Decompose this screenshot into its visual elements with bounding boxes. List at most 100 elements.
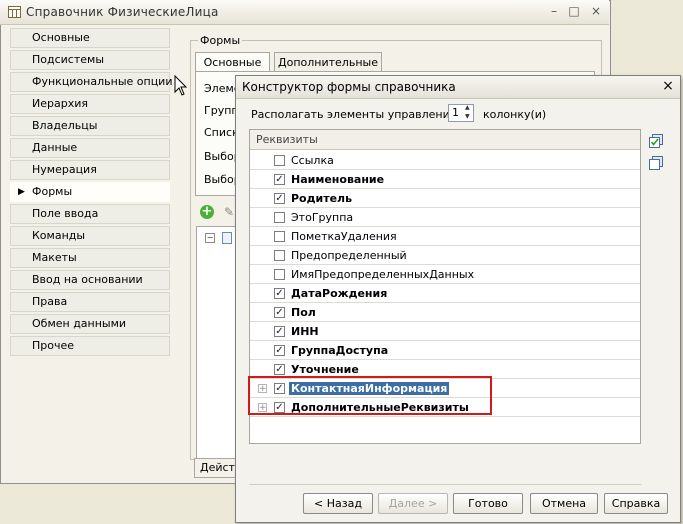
add-icon[interactable]: + (200, 205, 214, 219)
section-item[interactable]: Права (10, 292, 170, 312)
section-item[interactable]: Макеты (10, 248, 170, 268)
maximize-button[interactable]: □ (566, 4, 582, 19)
section-item-label: Подсистемы (32, 53, 105, 66)
forms-group-label: Формы (198, 34, 243, 47)
attribute-checkbox[interactable]: ✓ (274, 307, 285, 318)
attribute-label: ИНН (291, 325, 319, 338)
section-item-label: Основные (32, 31, 90, 44)
highlight-annotation (248, 376, 492, 415)
attribute-label-cell: ЭтоГруппа (291, 211, 353, 224)
section-item-label: Обмен данными (32, 317, 127, 330)
section-item-label: Прочее (32, 339, 75, 352)
done-button[interactable]: Готово (453, 493, 523, 514)
dialog-close-icon[interactable]: × (660, 79, 676, 94)
attribute-label-cell: ДатаРождения (291, 287, 387, 300)
attribute-label-cell: ИНН (291, 325, 319, 338)
attribute-label-cell: Ссылка (291, 154, 334, 167)
stepper-down-icon[interactable]: ▼ (465, 114, 470, 120)
attribute-label-cell: ГруппаДоступа (291, 344, 388, 357)
back-button[interactable]: < Назад (303, 493, 373, 514)
attribute-label: Родитель (291, 192, 353, 205)
next-button[interactable]: Далее > (378, 493, 448, 514)
forms-tree (196, 226, 236, 462)
section-item[interactable]: Прочее (10, 336, 170, 356)
attribute-label-cell: Уточнение (291, 363, 359, 376)
section-item[interactable]: Подсистемы (10, 50, 170, 70)
attribute-label-cell: Предопределенный (291, 249, 407, 262)
attribute-label-cell: Пол (291, 306, 316, 319)
section-item-label: Нумерация (32, 163, 97, 176)
section-item[interactable]: Поле ввода (10, 204, 170, 224)
columns-label: Располагать элементы управления в (251, 108, 467, 121)
section-item-label: Права (32, 295, 68, 308)
section-item[interactable]: Данные (10, 138, 170, 158)
attribute-checkbox[interactable] (274, 231, 285, 242)
columns-suffix-label: колонку(и) (483, 108, 547, 121)
attribute-label: ИмяПредопределенныхДанных (291, 268, 475, 281)
section-item[interactable]: Команды (10, 226, 170, 246)
attribute-label: Предопределенный (291, 249, 407, 262)
check-all-icon[interactable] (649, 134, 663, 148)
group-form-label: Групп (204, 104, 239, 117)
section-item-label: Макеты (32, 251, 77, 264)
section-item[interactable]: ▶ Формы (10, 182, 170, 202)
section-item[interactable]: Нумерация (10, 160, 170, 180)
minimize-button[interactable]: – (546, 4, 562, 19)
attribute-label-cell: Наименование (291, 173, 384, 186)
edit-icon[interactable]: ✎ (224, 205, 234, 219)
section-item-label: Поле ввода (32, 207, 99, 220)
tab-main[interactable]: Основные (195, 52, 270, 72)
dialog-title: Конструктор формы справочника (242, 80, 456, 94)
selected-arrow-icon: ▶ (18, 187, 25, 197)
list-form-label: Списк (204, 126, 239, 139)
mouse-cursor-icon (174, 75, 188, 96)
section-item[interactable]: Функциональные опции (10, 72, 173, 92)
attribute-checkbox[interactable]: ✓ (274, 193, 285, 204)
section-item[interactable]: Владельцы (10, 116, 170, 136)
attribute-checkbox[interactable] (274, 250, 285, 261)
attribute-checkbox[interactable] (274, 269, 285, 280)
section-item-label: Владельцы (32, 119, 98, 132)
attribute-checkbox[interactable] (274, 155, 285, 166)
stepper-up-icon[interactable]: ▲ (465, 105, 470, 111)
attribute-label: Наименование (291, 173, 385, 186)
section-item-label: Функциональные опции (32, 75, 173, 88)
collapse-icon[interactable]: − (205, 233, 215, 243)
attribute-checkbox[interactable]: ✓ (274, 174, 285, 185)
attribute-label-cell: ПометкаУдаления (291, 230, 397, 243)
tab-additional[interactable]: Дополнительные (274, 52, 382, 72)
attribute-label: ЭтоГруппа (291, 211, 354, 224)
attribute-label: Уточнение (291, 363, 359, 376)
attribute-checkbox[interactable]: ✓ (274, 288, 285, 299)
attribute-label: Ссылка (291, 154, 334, 167)
help-button[interactable]: Справка (604, 493, 668, 514)
attribute-checkbox[interactable]: ✓ (274, 364, 285, 375)
attribute-checkbox[interactable]: ✓ (274, 345, 285, 356)
close-button[interactable]: × (588, 4, 604, 19)
section-item-label: Формы (32, 185, 73, 198)
catalog-table-icon (8, 6, 21, 18)
section-item-label: Иерархия (32, 97, 88, 110)
section-item[interactable]: Ввод на основании (10, 270, 170, 290)
attribute-checkbox[interactable]: ✓ (274, 326, 285, 337)
attribute-label: ГруппаДоступа (291, 344, 389, 357)
section-item-label: Данные (32, 141, 78, 154)
cancel-button[interactable]: Отмена (530, 493, 598, 514)
section-item-label: Ввод на основании (32, 273, 143, 286)
form-node-icon (222, 232, 232, 244)
attribute-label: ДатаРождения (291, 287, 388, 300)
uncheck-all-icon[interactable] (649, 156, 663, 170)
catalog-window-title: Справочник ФизическиеЛица (26, 5, 219, 19)
attribute-checkbox[interactable] (274, 212, 285, 223)
section-item[interactable]: Иерархия (10, 94, 170, 114)
attributes-header-label: Реквизиты (256, 133, 318, 146)
section-item-label: Команды (32, 229, 86, 242)
attribute-label: Пол (291, 306, 316, 319)
attribute-label-cell: ИмяПредопределенныхДанных (291, 268, 474, 281)
section-item[interactable]: Обмен данными (10, 314, 170, 334)
catalog-sections-list: Основные Подсистемы Функциональные опции Ие… (10, 28, 173, 358)
dialog-button-separator (249, 484, 641, 486)
columns-value[interactable]: 1 (452, 106, 459, 119)
section-item[interactable]: Основные (10, 28, 170, 48)
attribute-label: ПометкаУдаления (291, 230, 397, 243)
